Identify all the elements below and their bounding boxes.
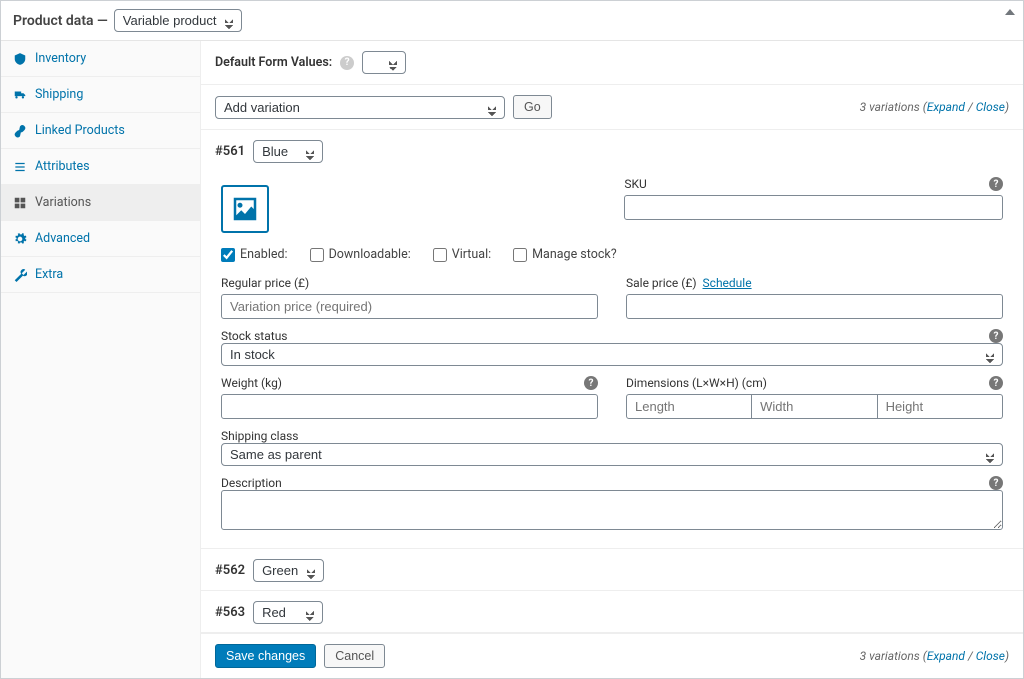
sale-price-input[interactable] xyxy=(626,294,1003,319)
weight-label: Weight (kg) xyxy=(221,376,282,390)
default-values-toolbar: Default Form Values: ? xyxy=(201,41,1023,85)
help-icon[interactable]: ? xyxy=(989,476,1003,490)
sale-price-label: Sale price (£) xyxy=(626,276,697,290)
cancel-button[interactable]: Cancel xyxy=(324,644,385,668)
regular-price-label: Regular price (£) xyxy=(221,276,598,290)
length-input[interactable] xyxy=(626,394,752,419)
help-icon[interactable]: ? xyxy=(989,329,1003,343)
help-icon[interactable]: ? xyxy=(340,56,354,70)
variation-attribute-select[interactable]: Blue xyxy=(253,140,323,163)
variation-header[interactable]: #561 Blue xyxy=(201,130,1023,171)
tab-label: Variations xyxy=(35,195,91,210)
image-icon xyxy=(230,194,260,224)
tab-variations[interactable]: Variations xyxy=(1,185,200,221)
manage-stock-checkbox[interactable]: Manage stock? xyxy=(513,247,617,262)
tab-label: Shipping xyxy=(35,87,83,102)
help-icon[interactable]: ? xyxy=(584,376,598,390)
wrench-icon xyxy=(13,268,27,282)
regular-price-input[interactable] xyxy=(221,294,598,319)
virtual-checkbox[interactable]: Virtual: xyxy=(433,247,491,262)
save-changes-button[interactable]: Save changes xyxy=(215,644,316,668)
variation-attribute-select[interactable]: Red xyxy=(253,601,323,624)
stock-status-label: Stock status xyxy=(221,329,288,343)
panel-header: Product data — Variable product xyxy=(1,1,1023,41)
variations-count: 3 variations (Expand / Close) xyxy=(860,100,1009,114)
tabs-sidebar: Inventory Shipping Linked Products Attri… xyxy=(1,41,201,678)
default-values-select[interactable] xyxy=(362,51,406,74)
close-link[interactable]: Close xyxy=(976,100,1005,114)
tab-inventory[interactable]: Inventory xyxy=(1,41,200,77)
tab-shipping[interactable]: Shipping xyxy=(1,77,200,113)
variation-id: #563 xyxy=(215,605,245,620)
shipping-class-label: Shipping class xyxy=(221,429,1003,443)
tab-label: Inventory xyxy=(35,51,86,66)
tab-label: Advanced xyxy=(35,231,90,246)
height-input[interactable] xyxy=(878,394,1003,419)
tab-label: Attributes xyxy=(35,159,90,174)
weight-input[interactable] xyxy=(221,394,598,419)
variation-561: #561 Blue SKU xyxy=(201,130,1023,549)
default-values-label: Default Form Values: xyxy=(215,55,332,70)
tab-linked-products[interactable]: Linked Products xyxy=(1,113,200,149)
description-textarea[interactable] xyxy=(221,490,1003,530)
dimensions-label: Dimensions (L×W×H) (cm) xyxy=(626,376,767,390)
variation-image-placeholder[interactable] xyxy=(221,185,269,233)
help-icon[interactable]: ? xyxy=(989,376,1003,390)
variation-action-select[interactable]: Add variation xyxy=(215,96,505,119)
sku-input[interactable] xyxy=(624,195,1003,220)
product-type-select[interactable]: Variable product xyxy=(114,9,242,32)
width-input[interactable] xyxy=(752,394,877,419)
go-button[interactable]: Go xyxy=(513,95,552,119)
panel-title: Product data — xyxy=(13,13,108,29)
tab-label: Linked Products xyxy=(35,123,125,138)
description-label: Description xyxy=(221,476,282,490)
variations-footer: Save changes Cancel 3 variations (Expand… xyxy=(201,633,1023,678)
tab-attributes[interactable]: Attributes xyxy=(1,149,200,185)
variation-checkboxes: Enabled: Downloadable: Virtual: Manage s… xyxy=(221,247,1003,262)
variation-id: #562 xyxy=(215,563,245,578)
content-area: Default Form Values: ? Add variation Go … xyxy=(201,41,1023,678)
tab-advanced[interactable]: Advanced xyxy=(1,221,200,257)
collapse-toggle[interactable] xyxy=(1005,9,1015,15)
tab-label: Extra xyxy=(35,267,63,282)
grid-icon xyxy=(13,196,27,210)
help-icon[interactable]: ? xyxy=(989,177,1003,191)
variations-actions-top: Add variation Go 3 variations (Expand / … xyxy=(201,85,1023,130)
variation-header[interactable]: #562 Green xyxy=(201,549,1023,590)
variation-562: #562 Green xyxy=(201,549,1023,591)
list-icon xyxy=(13,160,27,174)
enabled-checkbox[interactable]: Enabled: xyxy=(221,247,288,262)
schedule-link[interactable]: Schedule xyxy=(703,276,752,290)
inventory-icon xyxy=(13,52,27,66)
downloadable-checkbox[interactable]: Downloadable: xyxy=(310,247,411,262)
product-data-panel: Product data — Variable product Inventor… xyxy=(0,0,1024,679)
expand-link[interactable]: Expand xyxy=(927,100,965,114)
variation-563: #563 Red xyxy=(201,591,1023,633)
sku-label: SKU xyxy=(624,177,646,191)
variation-id: #561 xyxy=(215,144,245,159)
truck-icon xyxy=(13,88,27,102)
variation-header[interactable]: #563 Red xyxy=(201,591,1023,632)
gear-icon xyxy=(13,232,27,246)
shipping-class-select[interactable]: Same as parent xyxy=(221,443,1003,466)
link-icon xyxy=(13,124,27,138)
variation-attribute-select[interactable]: Green xyxy=(253,559,324,582)
stock-status-select[interactable]: In stock xyxy=(221,343,1003,366)
tab-extra[interactable]: Extra xyxy=(1,257,200,293)
